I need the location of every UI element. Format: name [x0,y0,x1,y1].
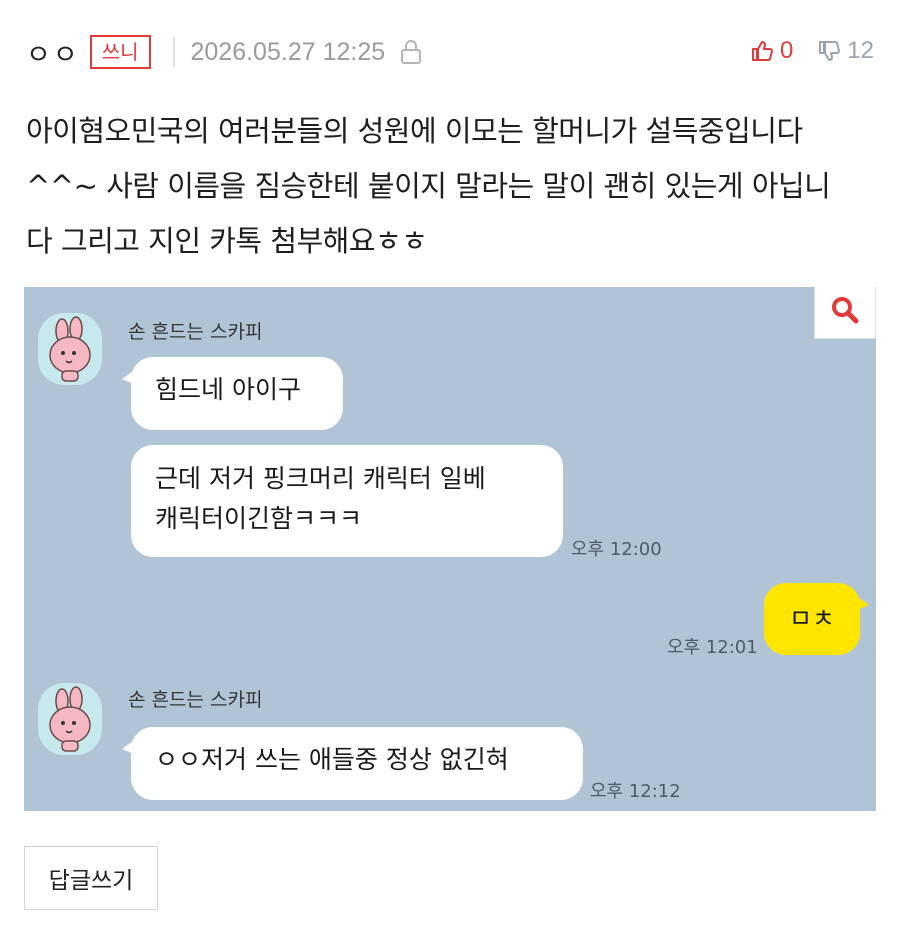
sender-name: 손 흔드는 스카피 [128,321,263,343]
lock-icon [399,39,423,65]
post-line: ^^~ 사람 이름을 짐승한테 붙이지 말라는 말이 괜히 있는게 아닙니 [26,169,831,203]
post-line: 다 그리고 지인 카톡 첨부해요ㅎㅎ [26,224,428,258]
chat-screenshot-image[interactable]: 손 흔드는 스카피 힘드네 아이구 근데 저거 핑크머리 캐릭터 일베 캐릭터이… [24,287,876,811]
divider [172,37,175,67]
message-time: 오후 12:00 [571,539,662,560]
chat-message-line: 근데 저거 핑크머리 캐릭터 일베 [155,464,486,493]
upvote-button[interactable]: 0 [750,37,793,65]
upvote-count: 0 [779,37,794,64]
zoom-icon [832,297,859,324]
chat-message-line: 캐릭터이긴함ㅋㅋㅋ [155,504,363,533]
thumbs-up-icon [751,41,773,61]
author-badge: 쓰니 [89,35,151,69]
sender-name: 손 흔드는 스카피 [128,689,263,711]
chat-message: 힘드네 아이구 [122,357,343,430]
chat-message: 근데 저거 핑크머리 캐릭터 일베 캐릭터이긴함ㅋㅋㅋ [131,445,563,557]
thumbs-down-icon [819,41,841,61]
chat-message: ㅇㅇ저거 쓰는 애들중 정상 없긴혀 [122,727,583,800]
sender-avatar[interactable] [38,313,102,385]
sender-avatar[interactable] [38,683,102,755]
post-line: 아이혐오민국의 여러분들의 성원에 이모는 할머니가 설득중입니다 [26,114,803,148]
my-chat-message: ㅁㅊ [764,583,869,655]
bunny-avatar-icon [49,316,91,382]
author-name[interactable]: ㅇㅇ [26,33,80,72]
bunny-avatar-icon [49,686,91,752]
zoom-button[interactable] [814,287,876,339]
post-date: 2026.05.27 12:25 [190,37,386,66]
downvote-count: 12 [847,37,874,64]
post-meta: ㅇㅇ 쓰니 2026.05.27 12:25 [26,30,423,74]
vote-area: 0 12 [750,33,874,69]
post-content: 아이혐오민국의 여러분들의 성원에 이모는 할머니가 설득중입니다 ^^~ 사람… [26,104,876,269]
message-time: 오후 12:01 [667,637,758,658]
reply-button[interactable]: 답글쓰기 [24,846,158,910]
message-time: 오후 12:12 [590,781,681,802]
downvote-button[interactable]: 12 [817,37,874,65]
